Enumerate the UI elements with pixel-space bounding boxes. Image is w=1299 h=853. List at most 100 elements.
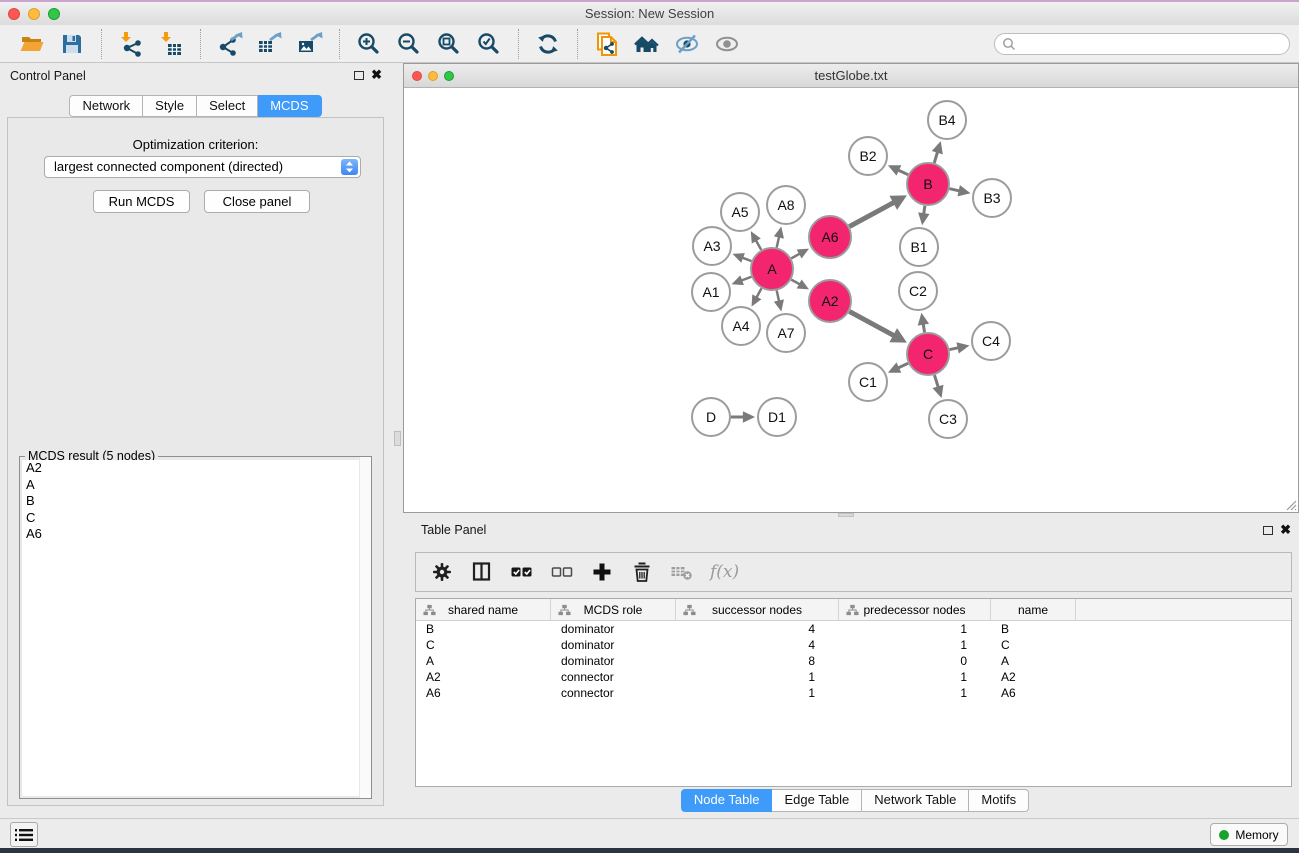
deselect-all-checkboxes-icon[interactable] — [550, 560, 574, 584]
zoom-fit-icon[interactable] — [436, 31, 462, 57]
minimize-traffic-light[interactable] — [428, 71, 438, 81]
network-graph[interactable]: B4B2BB3A5A8A6A3B1AA1C2A2A4A7C4CC1C3DD1 — [404, 88, 1298, 512]
graph-edge-A-A6[interactable] — [791, 254, 800, 259]
result-list-scrollbar[interactable] — [359, 457, 371, 798]
show-tasks-button[interactable] — [10, 822, 38, 847]
tab-network[interactable]: Network — [69, 95, 143, 117]
delete-column-icon[interactable] — [630, 560, 654, 584]
show-columns-icon[interactable] — [470, 560, 494, 584]
table-row[interactable]: Cdominator41C — [416, 637, 1291, 653]
column-header-predecessor-nodes[interactable]: predecessor nodes — [839, 599, 991, 620]
table-cell: A — [416, 653, 551, 669]
table-row[interactable]: A2connector11A2 — [416, 669, 1291, 685]
graph-edge-A-A2[interactable] — [791, 280, 800, 285]
graph-edge-A-A8[interactable] — [777, 237, 779, 248]
app-title: Session: New Session — [0, 2, 1299, 25]
table-row[interactable]: A6connector11A6 — [416, 685, 1291, 701]
export-network-icon[interactable] — [217, 31, 243, 57]
save-session-icon[interactable] — [59, 31, 85, 57]
graph-node-label: B4 — [938, 112, 955, 128]
show-graphics-details-icon[interactable] — [714, 31, 740, 57]
vertical-splitter-handle[interactable] — [394, 431, 401, 446]
function-builder-icon[interactable]: f(x) — [710, 562, 739, 582]
close-panel-icon[interactable]: ✖ — [1280, 523, 1291, 537]
select-all-checkboxes-icon[interactable] — [510, 560, 534, 584]
zoom-out-icon[interactable] — [396, 31, 422, 57]
zoom-traffic-light[interactable] — [48, 8, 60, 20]
zoom-selected-icon[interactable] — [476, 31, 502, 57]
graph-edge-C-C4[interactable] — [950, 348, 959, 350]
close-panel-button[interactable]: Close panel — [204, 190, 310, 213]
column-header-shared-name[interactable]: shared name — [416, 599, 551, 620]
graph-edge-A-A4[interactable] — [756, 288, 761, 297]
tab-mcds[interactable]: MCDS — [258, 95, 321, 117]
memory-button[interactable]: Memory — [1210, 823, 1288, 846]
import-table-icon[interactable] — [158, 31, 184, 57]
mcds-result-item[interactable]: C — [22, 510, 369, 527]
graph-edge-A-A1[interactable] — [741, 277, 751, 281]
refresh-view-icon[interactable] — [535, 31, 561, 57]
table-cell: A6 — [416, 685, 551, 701]
delete-table-icon[interactable] — [670, 560, 694, 584]
import-network-icon[interactable] — [118, 31, 144, 57]
tab-node-table[interactable]: Node Table — [681, 789, 773, 812]
graph-node-label: C1 — [859, 374, 877, 390]
mcds-result-item[interactable]: A — [22, 477, 369, 494]
graph-edge-C-C1[interactable] — [898, 363, 908, 368]
graph-edge-B-B2[interactable] — [898, 170, 908, 175]
search-input[interactable] — [1016, 37, 1289, 51]
float-panel-icon[interactable] — [354, 71, 364, 80]
table-row[interactable]: Adominator80A — [416, 653, 1291, 669]
optimization-criterion-select[interactable]: largest connected component (directed) — [44, 156, 361, 178]
export-table-icon[interactable] — [257, 31, 283, 57]
graph-edge-A2-C[interactable] — [849, 311, 894, 335]
graph-edge-B-B1[interactable] — [924, 206, 925, 214]
mcds-result-list: A2ABCA6 — [22, 460, 369, 796]
graph-edge-C-C3[interactable] — [934, 375, 938, 387]
node-table: shared name MCDS role successor nodesprede… — [415, 598, 1292, 787]
open-session-icon[interactable] — [19, 31, 45, 57]
toolbar-separator — [339, 29, 340, 59]
graph-edge-B-B4[interactable] — [934, 152, 937, 163]
close-traffic-light[interactable] — [8, 8, 20, 20]
float-panel-icon[interactable] — [1263, 526, 1273, 535]
tab-edge-table[interactable]: Edge Table — [772, 789, 862, 812]
column-header-label: MCDS role — [584, 603, 643, 617]
table-cell: A6 — [991, 685, 1076, 701]
graph-edge-A-A3[interactable] — [742, 258, 751, 262]
mcds-result-item[interactable]: A6 — [22, 526, 369, 543]
selected-criterion: largest connected component (directed) — [54, 159, 283, 174]
graph-edge-A-A5[interactable] — [756, 240, 761, 250]
graph-edge-A-A7[interactable] — [777, 290, 779, 301]
close-panel-icon[interactable]: ✖ — [371, 68, 382, 82]
export-image-icon[interactable] — [297, 31, 323, 57]
tab-select[interactable]: Select — [197, 95, 258, 117]
resize-grip-icon[interactable] — [1283, 497, 1297, 511]
column-header-name[interactable]: name — [991, 599, 1076, 620]
close-traffic-light[interactable] — [412, 71, 422, 81]
zoom-in-icon[interactable] — [356, 31, 382, 57]
tab-motifs[interactable]: Motifs — [969, 789, 1029, 812]
table-options-gear-icon[interactable] — [430, 560, 454, 584]
column-header-MCDS-role[interactable]: MCDS role — [551, 599, 676, 620]
hide-graphics-details-icon[interactable] — [674, 31, 700, 57]
toolbar-separator — [101, 29, 102, 59]
column-header-successor-nodes[interactable]: successor nodes — [676, 599, 839, 620]
new-network-from-selection-icon[interactable] — [594, 31, 620, 57]
mcds-result-item[interactable]: B — [22, 493, 369, 510]
graph-edge-B-B3[interactable] — [949, 189, 959, 191]
hierarchy-icon — [846, 604, 859, 616]
zoom-traffic-light[interactable] — [444, 71, 454, 81]
mcds-result-item[interactable]: A2 — [22, 460, 369, 477]
add-column-icon[interactable] — [590, 560, 614, 584]
graph-edge-A6-B[interactable] — [849, 202, 894, 226]
run-mcds-button[interactable]: Run MCDS — [93, 190, 190, 213]
home-icon[interactable] — [634, 31, 660, 57]
tab-network-table[interactable]: Network Table — [862, 789, 969, 812]
tab-style[interactable]: Style — [143, 95, 197, 117]
graph-edge-C-C2[interactable] — [923, 324, 924, 333]
graph-node-label: D — [706, 409, 716, 425]
minimize-traffic-light[interactable] — [28, 8, 40, 20]
table-row[interactable]: Bdominator41B — [416, 621, 1291, 637]
graph-node-label: B — [923, 176, 932, 192]
